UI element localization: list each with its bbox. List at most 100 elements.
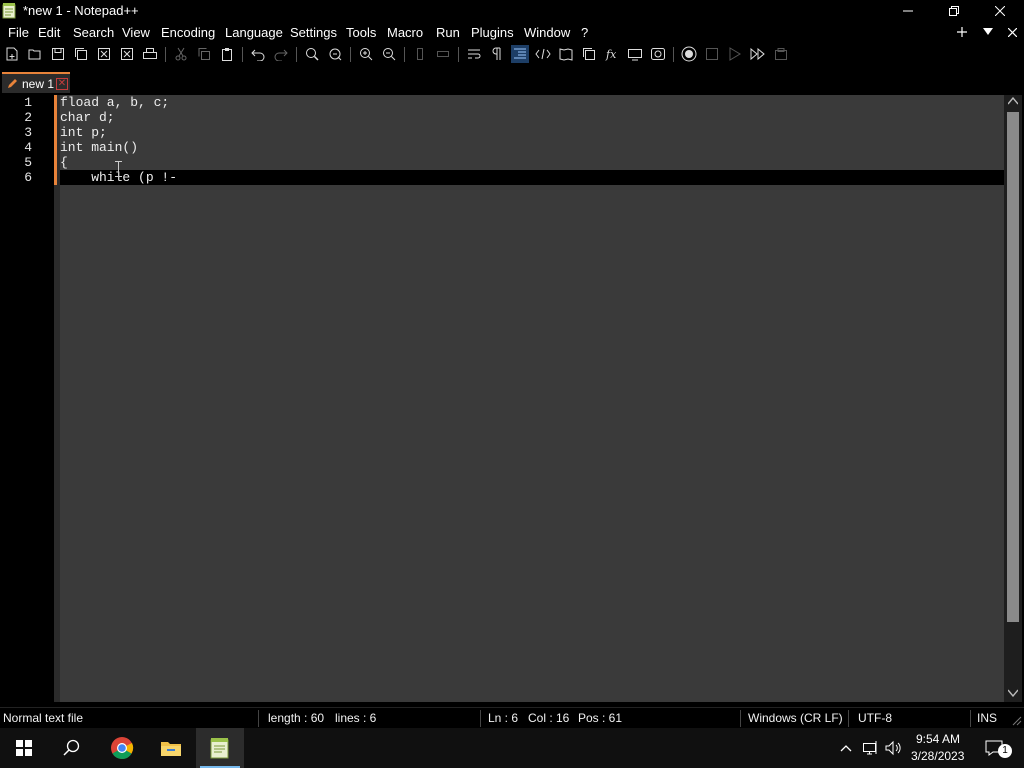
taskbar-search-button[interactable] [48, 728, 96, 768]
status-insert-mode[interactable]: INS [977, 711, 997, 725]
new-file-button[interactable] [3, 45, 21, 63]
taskbar-notepad-plus-plus[interactable] [196, 728, 244, 768]
paste-button[interactable] [218, 45, 236, 63]
menu-language[interactable]: Language [225, 25, 283, 40]
line-number: 5 [24, 155, 32, 170]
indent-guide-button[interactable] [511, 45, 529, 63]
windows-start-icon [16, 740, 32, 756]
xml-tag-button[interactable] [534, 45, 552, 63]
sync-horizontal-button[interactable] [434, 45, 452, 63]
resize-grip-icon[interactable] [1012, 716, 1022, 726]
add-new-tab-button[interactable] [954, 24, 970, 40]
network-icon [863, 741, 877, 755]
menu-view[interactable]: View [122, 25, 150, 40]
tab-label: new 1 [22, 77, 55, 91]
replace-button[interactable] [326, 45, 344, 63]
zoom-out-button[interactable] [380, 45, 398, 63]
scroll-up-icon[interactable] [1008, 97, 1018, 105]
undo-button[interactable] [249, 45, 267, 63]
redo-button[interactable] [272, 45, 290, 63]
line-number: 2 [24, 110, 32, 125]
find-icon [306, 48, 319, 61]
playback-icon [729, 47, 741, 61]
sync-horizontal-icon [437, 51, 449, 57]
indent-guide-icon [514, 48, 526, 59]
show-all-characters-button[interactable] [488, 45, 506, 63]
title-bar: *new 1 - Notepad++ [0, 0, 1024, 22]
toolbar-separator [404, 47, 405, 62]
document-list-button[interactable] [580, 45, 598, 63]
status-bar: Normal text file length : 60 lines : 6 L… [0, 707, 1024, 728]
code-line: fload a, b, c; [60, 95, 170, 110]
folder-as-workspace-button[interactable] [626, 45, 644, 63]
save-macro-button[interactable] [772, 45, 790, 63]
document-map-button[interactable] [557, 45, 575, 63]
print-button[interactable] [141, 45, 159, 63]
scrollbar-thumb[interactable] [1007, 112, 1019, 622]
paste-icon [222, 48, 232, 61]
menu-file[interactable]: File [8, 25, 29, 40]
copy-button[interactable] [195, 45, 213, 63]
restore-button[interactable] [931, 0, 977, 22]
close-window-button[interactable] [977, 0, 1023, 22]
menu-plugins[interactable]: Plugins [471, 25, 514, 40]
zoom-in-button[interactable] [357, 45, 375, 63]
open-file-button[interactable] [26, 45, 44, 63]
menu-run[interactable]: Run [436, 25, 460, 40]
status-encoding[interactable]: UTF-8 [858, 711, 892, 725]
tab-new-1[interactable]: new 1 ✕ [2, 72, 70, 93]
monitoring-button[interactable] [649, 45, 667, 63]
volume-button[interactable] [884, 739, 904, 757]
menu-window[interactable]: Window [524, 25, 570, 40]
text-area[interactable]: fload a, b, c; char d; int p; int main()… [60, 95, 1004, 702]
record-macro-button[interactable] [680, 45, 698, 63]
copy-icon [198, 48, 210, 60]
function-list-button[interactable]: fx [603, 45, 621, 63]
status-lines: lines : 6 [335, 711, 377, 725]
menu-tools[interactable]: Tools [346, 25, 376, 40]
chevron-up-icon [840, 745, 852, 752]
clock-time[interactable]: 9:54 AM [916, 732, 960, 746]
find-button[interactable] [303, 45, 321, 63]
status-length: length : 60 [268, 711, 325, 725]
folder-as-workspace-icon [628, 49, 642, 61]
close-file-button[interactable] [95, 45, 113, 63]
menu-encoding[interactable]: Encoding [161, 25, 215, 40]
status-separator [740, 710, 741, 727]
close-all-button[interactable] [118, 45, 136, 63]
save-button[interactable] [49, 45, 67, 63]
scroll-down-icon[interactable] [1008, 689, 1018, 697]
status-column: Col : 16 [528, 711, 570, 725]
menu-edit[interactable]: Edit [38, 25, 60, 40]
tab-close-icon[interactable]: ✕ [56, 78, 68, 90]
word-wrap-icon [468, 49, 481, 59]
taskbar-chrome[interactable] [98, 728, 146, 768]
line-number: 4 [24, 140, 32, 155]
status-filetype: Normal text file [3, 711, 84, 725]
menu-search[interactable]: Search [73, 25, 114, 40]
start-button[interactable] [0, 728, 48, 768]
notepad-plus-plus-icon [2, 3, 16, 19]
save-all-button[interactable] [72, 45, 90, 63]
vertical-scrollbar[interactable] [1004, 95, 1022, 702]
minimize-button[interactable] [885, 0, 931, 22]
sync-vertical-button[interactable] [411, 45, 429, 63]
taskbar-file-explorer[interactable] [147, 728, 195, 768]
close-document-button[interactable] [1004, 24, 1020, 40]
run-multiple-button[interactable] [749, 45, 767, 63]
stop-recording-button[interactable] [703, 45, 721, 63]
tab-list-dropdown[interactable] [980, 24, 996, 40]
menu-macro[interactable]: Macro [387, 25, 423, 40]
network-button[interactable] [861, 739, 881, 757]
status-eol[interactable]: Windows (CR LF) [748, 711, 843, 725]
playback-button[interactable] [726, 45, 744, 63]
menu-settings[interactable]: Settings [290, 25, 337, 40]
word-wrap-button[interactable] [465, 45, 483, 63]
cut-button[interactable] [172, 45, 190, 63]
menu-help[interactable]: ? [581, 25, 588, 40]
clock-date[interactable]: 3/28/2023 [911, 749, 964, 763]
redo-icon [274, 49, 288, 61]
search-icon [63, 739, 80, 756]
show-hidden-icons-button[interactable] [838, 739, 854, 757]
status-line-number: Ln : 6 [488, 711, 519, 725]
